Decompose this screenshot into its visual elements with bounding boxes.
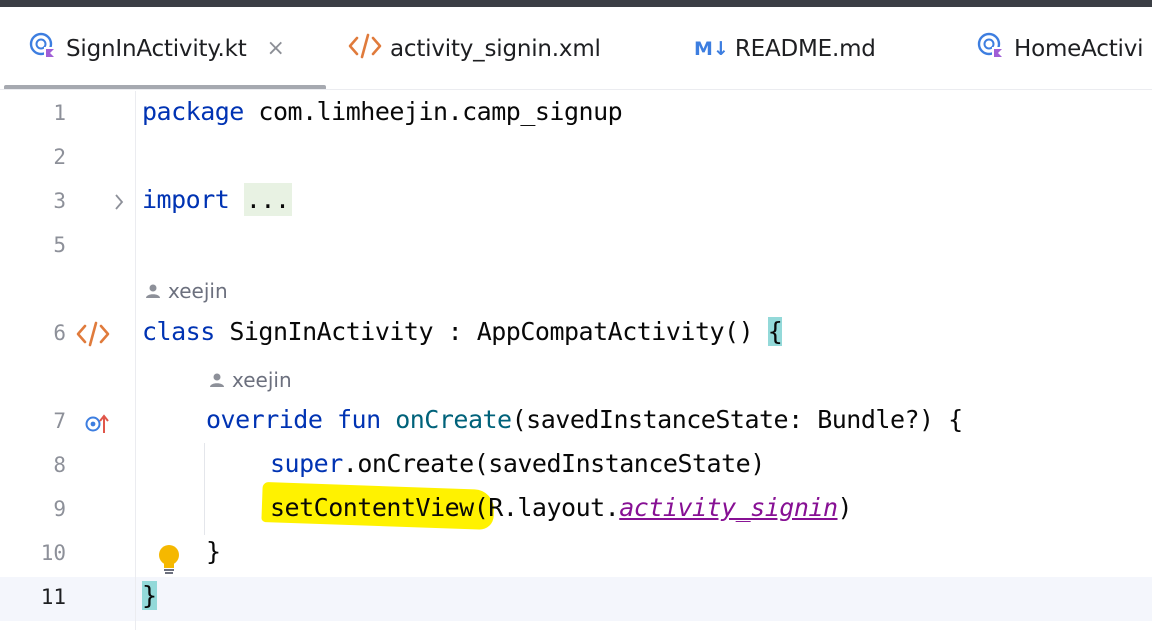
close-icon[interactable]: × [267, 36, 285, 61]
matched-brace: } [142, 581, 157, 610]
tab-label: activity_signin.xml [390, 35, 601, 62]
xml-layout-gutter-icon[interactable] [76, 319, 110, 354]
code-author-hint[interactable]: xeejin [208, 368, 292, 392]
line-number: 8 [53, 453, 66, 477]
author-name: xeejin [168, 279, 228, 303]
code-editor[interactable]: 1 2 3 5 6 7 8 9 10 11 package com.limhee… [0, 91, 1152, 630]
kotlin-class-icon [28, 31, 58, 66]
lightbulb-icon[interactable] [156, 543, 182, 582]
line-number: 9 [53, 497, 66, 521]
keyword: import [142, 185, 230, 214]
code-line-9[interactable]: setContentView(R.layout.activity_signin) [270, 493, 853, 522]
editor-tab-bar: SignInActivity.kt × activity_signin.xml … [0, 7, 1152, 90]
resource-reference[interactable]: activity_signin [619, 493, 838, 522]
code-line-1[interactable]: package com.limheejin.camp_signup [142, 97, 623, 126]
tab-label: SignInActivity.kt [66, 35, 247, 62]
code-text: (savedInstanceState: Bundle?) { [511, 405, 964, 434]
line-number: 7 [53, 409, 66, 433]
keyword: super [270, 449, 343, 478]
keyword: fun [336, 405, 381, 434]
code-text: com.limheejin.camp_signup [243, 97, 623, 126]
xml-icon [348, 31, 382, 66]
keyword: override [206, 405, 323, 434]
author-name: xeejin [232, 368, 292, 392]
code-line-8[interactable]: super.onCreate(savedInstanceState) [270, 449, 765, 478]
line-number: 3 [53, 189, 66, 213]
function-name: onCreate [395, 405, 512, 434]
keyword: package [142, 97, 244, 126]
line-number: 5 [53, 233, 66, 257]
tab-label: HomeActivi [1014, 35, 1144, 62]
matched-brace: { [767, 317, 783, 346]
code-text: (R.layout. [473, 493, 620, 522]
line-number: 1 [53, 101, 66, 125]
tab-activity-signin-xml[interactable]: activity_signin.xml [348, 7, 601, 89]
code-line-6[interactable]: class SignInActivity : AppCompatActivity… [142, 317, 783, 346]
tab-label: README.md [734, 35, 876, 62]
indent-guide [204, 443, 205, 535]
code-line-7[interactable]: override fun onCreate(savedInstanceState… [206, 405, 963, 434]
user-icon [146, 284, 160, 298]
code-line-11[interactable]: } [142, 581, 157, 610]
kotlin-class-icon [976, 31, 1006, 66]
code-line-10[interactable]: } [206, 537, 221, 566]
code-line-3[interactable]: import ... [142, 183, 292, 216]
code-author-hint[interactable]: xeejin [144, 279, 228, 303]
keyword: class [142, 317, 215, 346]
code-text: ) [837, 493, 853, 522]
gutter-separator [135, 91, 136, 630]
active-tab-indicator [4, 85, 326, 89]
line-number: 6 [53, 321, 66, 345]
tab-readme-md[interactable]: M↓ README.md [694, 7, 876, 89]
code-text: } [206, 537, 221, 566]
line-number: 10 [40, 541, 66, 565]
code-text: SignInActivity : AppCompatActivity() [214, 317, 768, 346]
fold-chevron-icon[interactable] [112, 191, 126, 218]
window-top-bar [0, 0, 1152, 7]
function-call: setContentView [270, 493, 474, 522]
current-line-highlight [0, 577, 1152, 621]
tab-signinactivity-kt[interactable]: SignInActivity.kt × [28, 7, 285, 89]
tab-homeactivity-kt[interactable]: HomeActivi [976, 7, 1144, 89]
markdown-icon: M↓ [694, 37, 729, 60]
override-method-icon[interactable] [84, 411, 110, 442]
line-number-current: 11 [40, 585, 66, 609]
folded-imports[interactable]: ... [243, 183, 292, 216]
user-icon [210, 373, 224, 387]
code-text: .onCreate(savedInstanceState) [342, 449, 766, 478]
line-number: 2 [53, 145, 66, 169]
